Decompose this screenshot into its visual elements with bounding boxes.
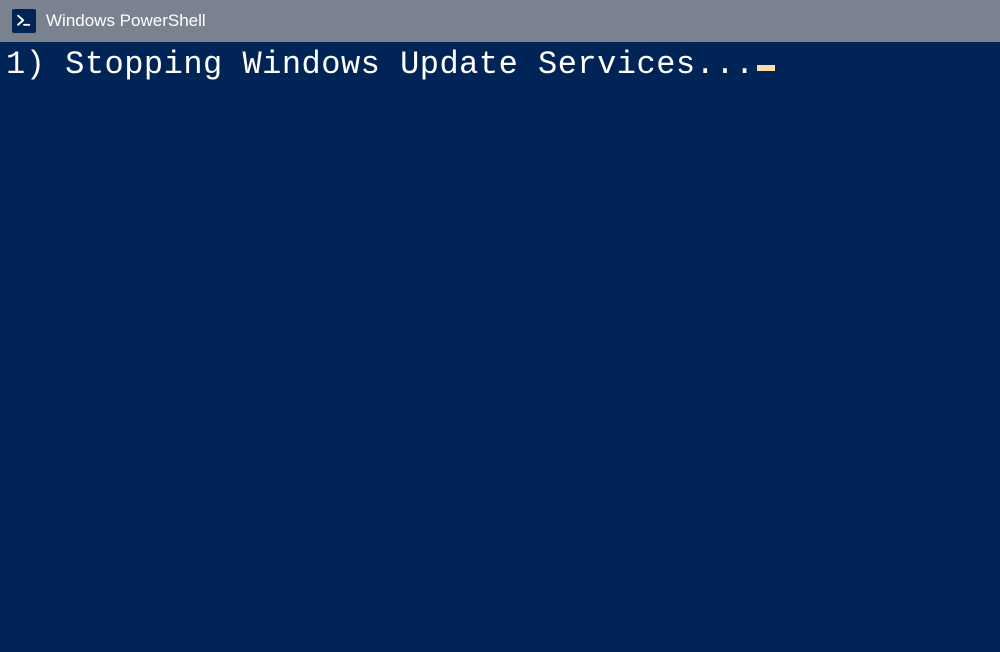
window-title: Windows PowerShell [46,11,206,31]
terminal-output[interactable]: 1) Stopping Windows Update Services... [0,42,1000,652]
terminal-line: 1) Stopping Windows Update Services... [6,46,755,83]
titlebar[interactable]: Windows PowerShell [0,0,1000,42]
cursor [757,65,775,71]
powershell-icon [12,9,36,33]
